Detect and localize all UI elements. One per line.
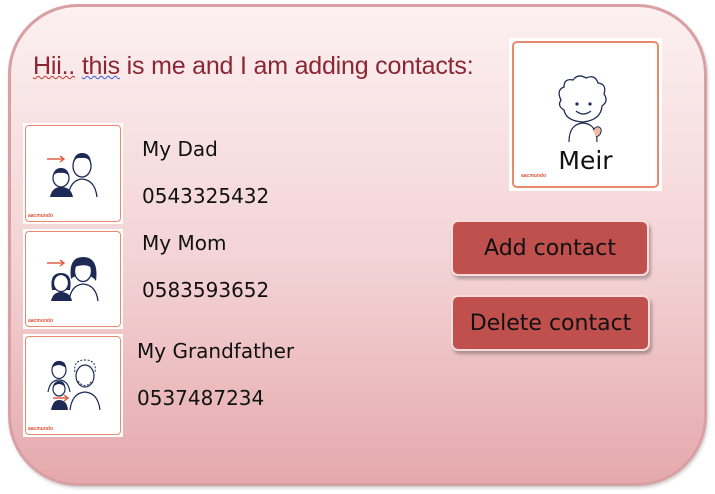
contact-avatar-mom[interactable]: aacmundo [23, 229, 123, 329]
child-and-father-icon [47, 153, 98, 198]
add-contact-button[interactable]: Add contact [451, 220, 649, 276]
brand-mark: aacmundo [521, 173, 547, 179]
profile-picture[interactable]: Meir aacmundo [509, 38, 662, 191]
child-and-grandfather-icon [47, 359, 101, 411]
contact-phone: 0543325432 [142, 184, 270, 208]
contact-name: My Mom [142, 231, 227, 255]
contact-avatar-dad[interactable]: aacmundo [23, 123, 123, 224]
contact-name: My Dad [142, 137, 218, 161]
child-and-mother-icon [47, 257, 99, 302]
brand-mark: aacmundo [28, 426, 54, 432]
page-title: Hii.. this is me and I am adding contact… [33, 52, 474, 80]
brand-mark: aacmundo [28, 213, 54, 219]
contact-phone: 0537487234 [137, 386, 265, 410]
contact-name: My Grandfather [137, 339, 295, 363]
profile-name: Meir [558, 146, 613, 175]
contact-avatar-grandfather[interactable]: aacmundo [23, 334, 123, 437]
delete-contact-button[interactable]: Delete contact [451, 295, 650, 351]
contact-phone: 0583593652 [142, 278, 270, 302]
brand-mark: aacmundo [28, 318, 54, 324]
